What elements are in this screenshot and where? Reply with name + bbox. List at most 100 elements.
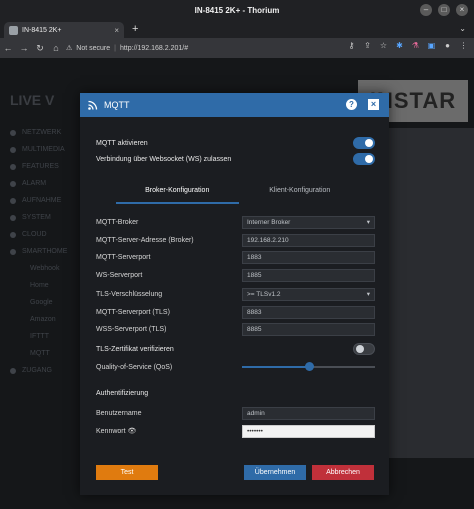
toolbar-actions: ⚷ ⇪ ☆ ✱ ⚗ ▣ ● ⋮ (347, 41, 468, 50)
home-icon[interactable]: ⌂ (48, 43, 64, 53)
browser-tab[interactable]: IN-8415 2K+ × (4, 22, 124, 38)
password-label-wrap: Kennwort 👁 (96, 427, 242, 435)
address-bar[interactable]: ⚠ Not secure | http://192.168.2.201/# (66, 41, 316, 55)
sidebar-item: FEATURES (0, 158, 80, 175)
tab-broker-config[interactable]: Broker-Konfiguration (116, 182, 239, 204)
wss-port-input[interactable]: 8885 (242, 322, 375, 336)
server-port-label: MQTT-Serverport (96, 253, 151, 261)
mqtt-broker-select[interactable]: Interner Broker ▾ (242, 215, 375, 229)
tls-port-row: MQTT-Serverport (TLS) 8883 (96, 305, 375, 319)
test-button[interactable]: Test (96, 465, 158, 480)
close-window-icon[interactable]: × (456, 4, 468, 16)
ws-port-row: WS-Serverport 1885 (96, 268, 375, 282)
sidebar-item: MULTIMEDIA (0, 141, 80, 158)
page-heading: LIVE V (10, 92, 55, 108)
sidebar-subitem: IFTTT (30, 333, 50, 340)
sidebar-subitem: MQTT (30, 350, 50, 357)
mqtt-enable-label: MQTT aktivieren (96, 139, 148, 147)
help-icon[interactable]: ? (346, 99, 357, 110)
tls-verify-row: TLS-Zertifikat verifizieren (96, 342, 375, 356)
websocket-enable-label: Verbindung über Websocket (WS) zulassen (96, 155, 232, 163)
close-icon[interactable]: × (368, 99, 379, 110)
extensions-icon[interactable]: ✱ (395, 41, 404, 50)
rss-icon (88, 100, 98, 110)
sidebar-subitem: Home (30, 282, 49, 289)
ws-port-label: WS-Serverport (96, 271, 143, 279)
dialog-header: MQTT ? × (80, 93, 389, 117)
bookmark-star-icon[interactable]: ☆ (379, 41, 388, 50)
window-titlebar: IN-8415 2K+ - Thorium – □ × (0, 0, 474, 20)
tls-verify-label: TLS-Zertifikat verifizieren (96, 345, 174, 353)
reload-icon[interactable]: ↻ (32, 43, 48, 54)
apply-button[interactable]: Übernehmen (244, 465, 306, 480)
background-panel (389, 128, 474, 458)
server-port-input[interactable]: 1883 (242, 250, 375, 264)
websocket-enable-row: Verbindung über Websocket (WS) zulassen (96, 152, 375, 166)
sidebar-item: AUFNAHME (0, 192, 80, 209)
server-address-input[interactable]: 192.168.2.210 (242, 233, 375, 247)
extension-flask-icon[interactable]: ⚗ (411, 41, 420, 50)
qos-row: Quality-of-Service (QoS) (96, 360, 375, 374)
url-text[interactable]: http://192.168.2.201/# (120, 45, 188, 52)
password-label: Kennwort (96, 428, 126, 435)
sidebar-item: SYSTEM (0, 209, 80, 226)
tls-verify-toggle[interactable] (353, 343, 375, 355)
tls-port-input[interactable]: 8883 (242, 305, 375, 319)
wss-port-row: WSS-Serverport (TLS) 8885 (96, 322, 375, 336)
sidebar-item: SMARTHOME (0, 243, 80, 260)
sidebar-subitem: Webhook (30, 265, 60, 272)
username-row: Benutzername admin (96, 406, 375, 420)
config-tabs: Broker-Konfiguration Klient-Konfiguratio… (116, 182, 361, 204)
mqtt-enable-toggle[interactable] (353, 137, 375, 149)
sidebar-icon[interactable]: ▣ (427, 41, 436, 50)
background-sidebar: NETZWERK MULTIMEDIA FEATURES ALARM AUFNA… (0, 124, 80, 379)
server-port-row: MQTT-Serverport 1883 (96, 250, 375, 264)
username-input[interactable]: admin (242, 406, 375, 420)
ws-port-input[interactable]: 1885 (242, 268, 375, 282)
password-row: Kennwort 👁 ••••••• (96, 424, 375, 438)
minimize-icon[interactable]: – (420, 4, 432, 16)
security-label: Not secure (76, 44, 111, 52)
key-icon[interactable]: ⚷ (347, 41, 356, 50)
qos-slider[interactable] (242, 362, 375, 371)
new-tab-icon[interactable]: + (132, 23, 138, 35)
dropdown-caret-icon: ▾ (366, 291, 370, 298)
back-icon[interactable]: ← (0, 43, 16, 53)
qos-slider-handle[interactable] (304, 362, 314, 371)
profile-icon[interactable]: ● (443, 41, 452, 50)
cancel-button[interactable]: Abbrechen (312, 465, 374, 480)
dropdown-caret-icon: ▾ (366, 219, 370, 226)
window-title: IN-8415 2K+ - Thorium (194, 5, 280, 15)
sidebar-item: CLOUD (0, 226, 80, 243)
server-address-row: MQTT-Server-Adresse (Broker) 192.168.2.2… (96, 233, 375, 247)
forward-icon[interactable]: → (16, 43, 32, 53)
favicon-icon (9, 25, 18, 35)
menu-icon[interactable]: ⋮ (459, 41, 468, 50)
browser-toolbar: ← → ↻ ⌂ ⚠ Not secure | http://192.168.2.… (0, 38, 474, 58)
warning-icon[interactable]: ⚠ (66, 44, 72, 52)
qos-label: Quality-of-Service (QoS) (96, 363, 173, 371)
dialog-title: MQTT (104, 100, 130, 110)
password-input[interactable]: ••••••• (242, 424, 375, 438)
tls-encryption-label: TLS-Verschlüsselung (96, 290, 163, 298)
tab-search-icon[interactable]: ⌄ (459, 24, 466, 33)
maximize-icon[interactable]: □ (438, 4, 450, 16)
sidebar-item: NETZWERK (0, 124, 80, 141)
tab-close-icon[interactable]: × (114, 26, 119, 35)
tls-encryption-select[interactable]: >= TLSv1.2 ▾ (242, 287, 375, 301)
websocket-enable-toggle[interactable] (353, 153, 375, 165)
window-controls: – □ × (420, 4, 468, 16)
mqtt-broker-label: MQTT-Broker (96, 218, 139, 226)
server-address-label: MQTT-Server-Adresse (Broker) (96, 236, 194, 244)
mqtt-dialog: MQTT ? × MQTT aktivieren Verbindung über… (80, 93, 389, 495)
wss-port-label: WSS-Serverport (TLS) (96, 325, 167, 333)
tls-encryption-row: TLS-Verschlüsselung >= TLSv1.2 ▾ (96, 287, 375, 301)
tab-client-config[interactable]: Klient-Konfiguration (239, 182, 362, 204)
sidebar-item: ALARM (0, 175, 80, 192)
mqtt-broker-row: MQTT-Broker Interner Broker ▾ (96, 215, 375, 229)
sidebar-item: ZUGANG (0, 362, 80, 379)
eye-icon[interactable]: 👁 (128, 428, 137, 435)
sidebar-subitem: Amazon (30, 316, 56, 323)
share-icon[interactable]: ⇪ (363, 41, 372, 50)
sidebar-subitem: Google (30, 299, 53, 306)
